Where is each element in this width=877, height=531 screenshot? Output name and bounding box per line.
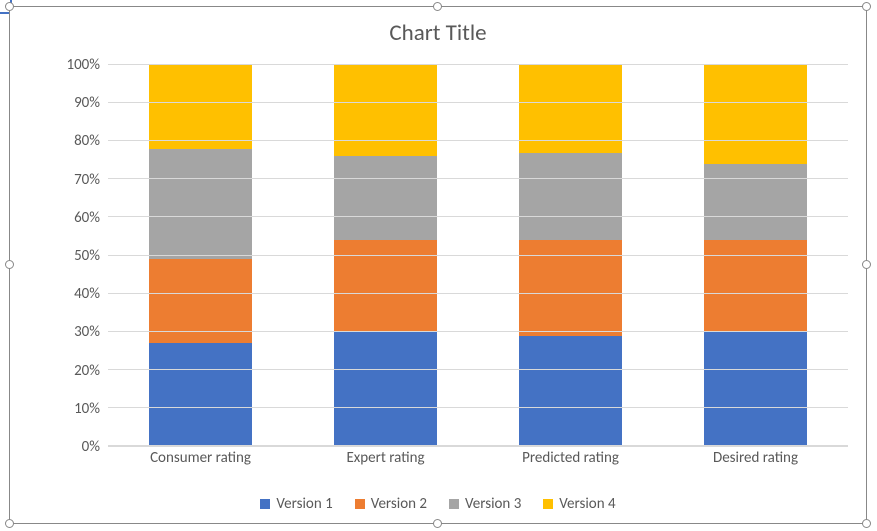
legend-item[interactable]: Version 1 [260, 495, 332, 513]
stacked-column[interactable] [149, 65, 253, 446]
chart-object[interactable]: Chart Title 0% 10% 20% 30% 40% 50% 60% 70% 80% 90… [9, 6, 867, 524]
gridline [108, 369, 848, 370]
chart-title[interactable]: Chart Title [10, 7, 866, 53]
column-slot [293, 65, 478, 446]
y-tick-label: 30% [74, 323, 100, 341]
column-slot [478, 65, 663, 446]
column-slot [663, 65, 848, 446]
gridline [108, 178, 848, 179]
gridline [108, 140, 848, 141]
legend-label: Version 4 [559, 495, 615, 513]
resize-handle-top-right[interactable] [862, 2, 871, 11]
resize-handle-bottom-left[interactable] [5, 519, 14, 528]
segment[interactable] [149, 65, 253, 149]
x-tick-label: Expert rating [293, 449, 478, 477]
gridline [108, 216, 848, 217]
legend-swatch-icon [543, 499, 553, 509]
gridline [108, 255, 848, 256]
resize-handle-top-left[interactable] [5, 2, 14, 11]
y-tick-label: 60% [74, 209, 100, 227]
resize-handle-bottom-middle[interactable] [433, 519, 442, 528]
legend-label: Version 2 [371, 495, 427, 513]
segment[interactable] [704, 164, 808, 240]
y-tick-label: 90% [74, 94, 100, 112]
gridline [108, 445, 848, 446]
y-tick-label: 70% [74, 171, 100, 189]
gridline [108, 293, 848, 294]
y-tick-label: 100% [66, 56, 100, 74]
segment[interactable] [334, 156, 438, 240]
y-tick-label: 0% [82, 438, 100, 456]
legend-swatch-icon [355, 499, 365, 509]
stacked-column[interactable] [334, 65, 438, 446]
stacked-column[interactable] [704, 65, 808, 446]
plot-wrap: 0%10%20%30%40%50%60%70%80%90%100% [50, 65, 848, 447]
legend[interactable]: Version 1 Version 2 Version 3 Version 4 [10, 495, 866, 513]
y-axis[interactable]: 0%10%20%30%40%50%60%70%80%90%100% [50, 65, 108, 447]
segment[interactable] [334, 332, 438, 446]
x-tick-label: Predicted rating [478, 449, 663, 477]
legend-item[interactable]: Version 4 [543, 495, 615, 513]
resize-handle-middle-right[interactable] [862, 260, 871, 269]
segment[interactable] [704, 65, 808, 164]
segment[interactable] [519, 336, 623, 446]
segment[interactable] [519, 153, 623, 241]
y-tick-label: 50% [74, 247, 100, 265]
gridline [108, 407, 848, 408]
y-tick-label: 80% [74, 132, 100, 150]
gridline [108, 64, 848, 65]
legend-item[interactable]: Version 3 [449, 495, 521, 513]
legend-swatch-icon [260, 499, 270, 509]
resize-handle-middle-left[interactable] [5, 260, 14, 269]
segment[interactable] [149, 149, 253, 259]
resize-handle-top-middle[interactable] [433, 2, 442, 11]
legend-swatch-icon [449, 499, 459, 509]
column-slot [108, 65, 293, 446]
plot-area[interactable] [108, 65, 848, 447]
x-tick-label: Desired rating [663, 449, 848, 477]
y-tick-label: 10% [74, 400, 100, 418]
y-tick-label: 20% [74, 362, 100, 380]
gridline [108, 331, 848, 332]
legend-item[interactable]: Version 2 [355, 495, 427, 513]
stacked-column[interactable] [519, 65, 623, 446]
legend-label: Version 1 [276, 495, 332, 513]
legend-label: Version 3 [465, 495, 521, 513]
segment[interactable] [149, 343, 253, 446]
columns-container [108, 65, 848, 446]
segment[interactable] [704, 332, 808, 446]
gridline [108, 102, 848, 103]
x-tick-label: Consumer rating [108, 449, 293, 477]
x-axis[interactable]: Consumer ratingExpert ratingPredicted ra… [108, 449, 848, 477]
y-tick-label: 40% [74, 285, 100, 303]
resize-handle-bottom-right[interactable] [862, 519, 871, 528]
segment[interactable] [334, 65, 438, 156]
